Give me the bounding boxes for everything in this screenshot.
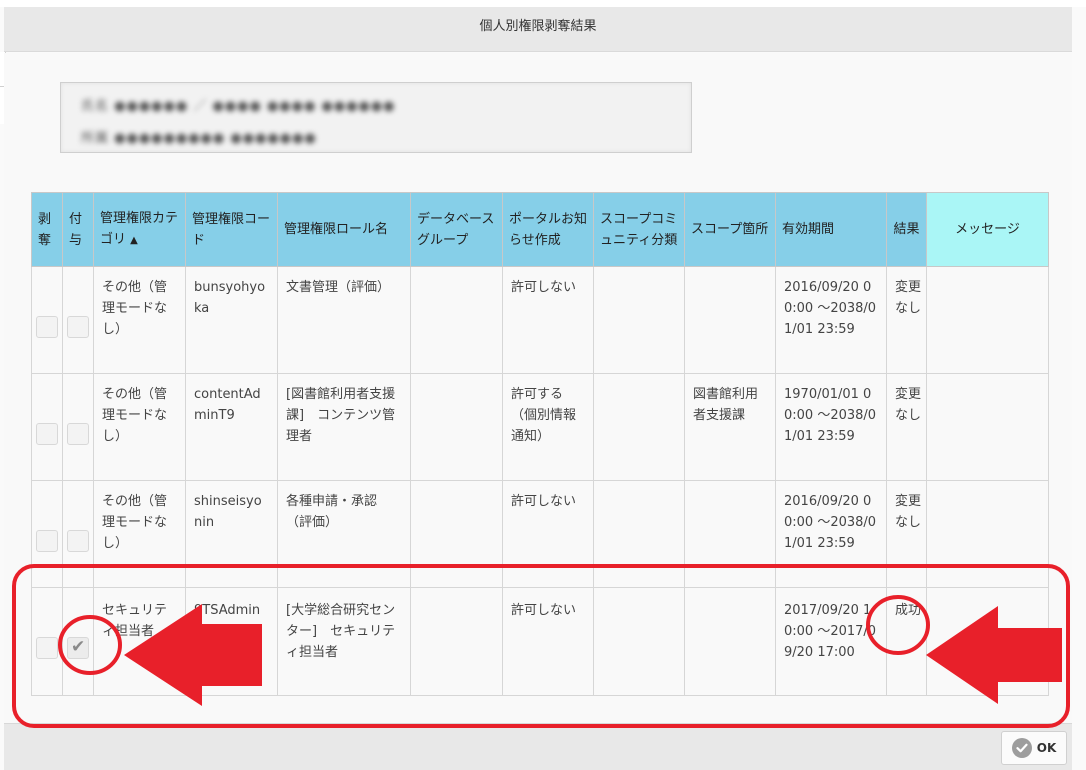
col-header-message: メッセージ xyxy=(926,192,1049,267)
col-header-portal[interactable]: ポータルお知らせ作成 xyxy=(502,192,594,267)
message-cell xyxy=(926,266,1049,374)
code-cell: bunsyohyoka xyxy=(185,266,278,374)
scope-location-cell xyxy=(684,587,776,696)
col-header-result: 結果 xyxy=(886,192,927,267)
scope-community-cell xyxy=(593,266,685,374)
period-cell: 2016/09/20 00:00 ～2038/01/01 23:59 xyxy=(775,480,887,588)
col-header-category[interactable]: 管理権限カテゴリ ▲ xyxy=(93,192,186,267)
revoke-cell xyxy=(31,373,63,481)
portal-cell: 許可しない xyxy=(502,480,594,588)
revoke-cell xyxy=(31,266,63,374)
scope-location-cell: 図書館利用者支援課 xyxy=(684,373,776,481)
scope-location-cell xyxy=(684,266,776,374)
grant-checkbox[interactable] xyxy=(67,315,89,338)
revoke-checkbox[interactable] xyxy=(36,637,58,659)
check-circle-icon xyxy=(1011,738,1032,758)
period-cell: 2017/09/20 10:00 ～2017/09/20 17:00 xyxy=(775,587,887,696)
portal-cell: 許可しない xyxy=(502,587,594,696)
table-row: その他（管理モードなし） bunsyohyoka 文書管理（評価） 許可しない … xyxy=(31,266,1049,374)
portal-cell: 許可しない xyxy=(502,266,594,374)
dialog-title: 個人別権限剥奪結果 xyxy=(4,7,1072,52)
period-cell: 2016/09/20 00:00 ～2038/01/01 23:59 xyxy=(775,266,887,374)
grant-cell xyxy=(62,480,94,588)
scope-community-cell xyxy=(593,373,685,481)
col-header-period[interactable]: 有効期間 xyxy=(775,192,887,267)
revoke-checkbox[interactable] xyxy=(36,422,58,445)
user-info-line-1: 氏名 ●●●●●● ／ ●●●● ●●●● ●●●●●● xyxy=(81,99,396,114)
user-info-box: 氏名 ●●●●●● ／ ●●●● ●●●● ●●●●●● 所属 ●●●●●●●●… xyxy=(60,82,692,153)
role-cell: 各種申請・承認（評価） xyxy=(277,480,411,588)
category-cell: セキュリティ担当者 xyxy=(93,587,186,696)
scope-location-cell xyxy=(684,480,776,588)
grant-checkbox-checked[interactable]: ✔ xyxy=(67,637,89,659)
role-cell: [図書館利用者支援課] コンテンツ管理者 xyxy=(277,373,411,481)
grant-cell xyxy=(62,373,94,481)
permission-result-table: 剥奪 付与 管理権限カテゴリ ▲ 管理権限コード 管理権限ロール名 データベース… xyxy=(31,192,1049,696)
grant-cell xyxy=(62,266,94,374)
scope-community-cell xyxy=(593,587,685,696)
sort-ascending-icon: ▲ xyxy=(130,235,138,246)
grant-checkbox[interactable] xyxy=(67,529,89,552)
ok-button-label: OK xyxy=(1036,741,1057,755)
role-cell: 文書管理（評価） xyxy=(277,266,411,374)
table-header-row: 剥奪 付与 管理権限カテゴリ ▲ 管理権限コード 管理権限ロール名 データベース… xyxy=(31,192,1049,267)
col-header-scope-location[interactable]: スコープ箇所 xyxy=(684,192,776,267)
category-cell: その他（管理モードなし） xyxy=(93,480,186,588)
user-info-line-2: 所属 ●●●●●●●●● ●●●●●●● xyxy=(81,131,317,146)
message-cell xyxy=(926,480,1049,588)
result-cell: 変更なし xyxy=(886,373,927,481)
db-group-cell xyxy=(410,480,503,588)
portal-cell: 許可する（個別情報通知） xyxy=(502,373,594,481)
revoke-cell xyxy=(31,587,63,696)
checkmark-icon: ✔ xyxy=(71,637,86,657)
role-cell: [大学総合研究センター] セキュリティ担当者 xyxy=(277,587,411,696)
message-cell xyxy=(926,373,1049,481)
db-group-cell xyxy=(410,266,503,374)
grant-checkbox[interactable] xyxy=(67,422,89,445)
col-header-scope-community[interactable]: スコープコミュニティ分類 xyxy=(593,192,685,267)
db-group-cell xyxy=(410,587,503,696)
db-group-cell xyxy=(410,373,503,481)
grant-cell: ✔ xyxy=(62,587,94,696)
col-header-db-group[interactable]: データベースグループ xyxy=(410,192,503,267)
revoke-checkbox[interactable] xyxy=(36,315,58,338)
col-header-code[interactable]: 管理権限コード xyxy=(185,192,278,267)
col-header-role[interactable]: 管理権限ロール名 xyxy=(277,192,411,267)
period-cell: 1970/01/01 00:00 ～2038/01/01 23:59 xyxy=(775,373,887,481)
table-row: その他（管理モードなし） shinseisyonin 各種申請・承認（評価） 許… xyxy=(31,480,1049,588)
top-strip xyxy=(0,0,1086,7)
revoke-cell xyxy=(31,480,63,588)
table-row: その他（管理モードなし） contentAdminT9 [図書館利用者支援課] … xyxy=(31,373,1049,481)
scope-community-cell xyxy=(593,480,685,588)
col-header-grant: 付与 xyxy=(62,192,94,267)
message-cell xyxy=(926,587,1049,696)
category-cell: その他（管理モードなし） xyxy=(93,266,186,374)
revoke-result-dialog: 個人別権限剥奪結果 氏名 ●●●●●● ／ ●●●● ●●●● ●●●●●● 所… xyxy=(0,0,1086,770)
code-cell: 9TSAdmin xyxy=(185,587,278,696)
result-cell: 成功 xyxy=(886,587,927,696)
col-header-category-label: 管理権限カテゴリ xyxy=(100,211,179,247)
result-cell: 変更なし xyxy=(886,266,927,374)
dialog-footer xyxy=(4,723,1072,770)
ok-button[interactable]: OK xyxy=(1001,731,1067,765)
code-cell: shinseisyonin xyxy=(185,480,278,588)
result-cell: 変更なし xyxy=(886,480,927,588)
revoke-checkbox[interactable] xyxy=(36,529,58,552)
code-cell: contentAdminT9 xyxy=(185,373,278,481)
col-header-revoke: 剥奪 xyxy=(31,192,63,267)
category-cell: その他（管理モードなし） xyxy=(93,373,186,481)
table-row: ✔ セキュリティ担当者 9TSAdmin [大学総合研究センター] セキュリティ… xyxy=(31,587,1049,696)
